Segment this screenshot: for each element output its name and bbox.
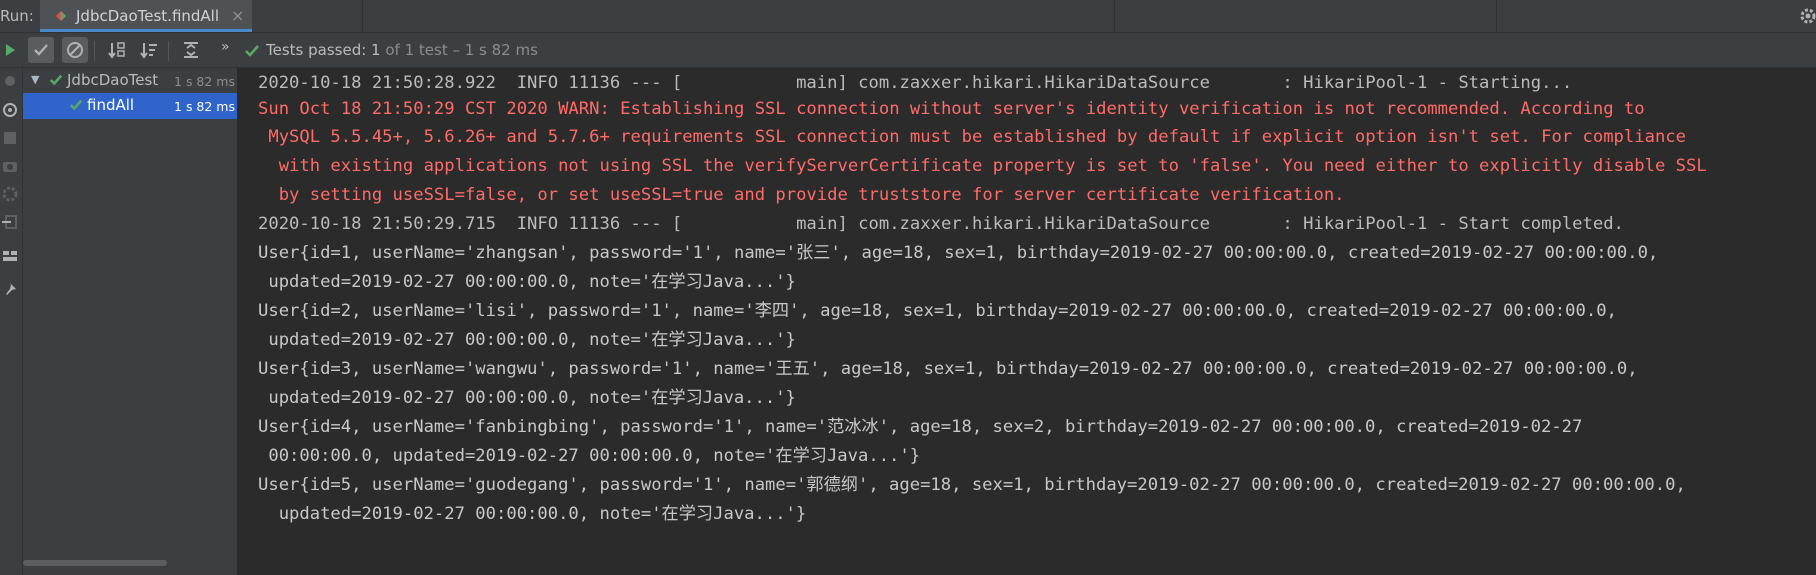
- debug-icon[interactable]: [2, 72, 18, 88]
- test-config-icon: [56, 11, 66, 21]
- tree-node-duration: 1 s 82 ms: [174, 99, 235, 114]
- test-runner-toolbar: » Tests passed: 1 of 1 test – 1 s 82 ms: [0, 33, 1816, 68]
- console-line: User{id=3, userName='wangwu', password='…: [258, 359, 1638, 379]
- header-divider: [1114, 0, 1115, 32]
- console-line: updated=2019-02-27 00:00:00.0, note='在学习…: [258, 272, 796, 292]
- test-passed-icon: [69, 99, 83, 111]
- console-line: with existing applications not using SSL…: [258, 156, 1707, 176]
- show-passed-toggle[interactable]: [28, 37, 54, 63]
- sort-alpha-icon: [108, 42, 125, 59]
- console-line: User{id=1, userName='zhangsan', password…: [258, 243, 1659, 263]
- rerun-failed-icon[interactable]: [2, 102, 18, 118]
- console-line: MySQL 5.5.45+, 5.6.26+ and 5.7.6+ requir…: [258, 127, 1686, 147]
- test-results-tree: ▼ JdbcDaoTest 1 s 82 ms findAll 1 s 82 m…: [23, 68, 238, 575]
- camera-icon[interactable]: [2, 158, 18, 174]
- tree-node-label: findAll: [87, 96, 135, 114]
- gear-icon[interactable]: [1796, 6, 1816, 26]
- status-detail: of 1 test – 1 s 82 ms: [380, 41, 538, 59]
- ignored-icon: [67, 42, 83, 58]
- more-actions-chevron[interactable]: »: [221, 39, 230, 55]
- header-divider: [1496, 0, 1497, 32]
- test-passed-icon: [49, 74, 63, 86]
- layout-icon[interactable]: [2, 248, 18, 264]
- console-line: User{id=2, userName='lisi', password='1'…: [258, 301, 1617, 321]
- test-passed-icon: [245, 45, 259, 57]
- play-icon: [6, 44, 15, 56]
- stop-icon[interactable]: [2, 130, 18, 146]
- tree-node-jdbcdaotest[interactable]: ▼ JdbcDaoTest 1 s 82 ms: [23, 68, 237, 94]
- toolbar-divider: [94, 41, 95, 61]
- tree-node-duration: 1 s 82 ms: [174, 74, 235, 89]
- console-line: 2020-10-18 21:50:28.922 INFO 11136 --- […: [258, 73, 1573, 93]
- console-line: 2020-10-18 21:50:29.715 INFO 11136 --- […: [258, 214, 1624, 234]
- tab-title: JdbcDaoTest.findAll: [76, 7, 220, 25]
- console-output[interactable]: 2020-10-18 21:50:28.922 INFO 11136 --- […: [238, 68, 1816, 575]
- console-line: User{id=5, userName='guodegang', passwor…: [258, 475, 1686, 495]
- horizontal-scrollbar[interactable]: [23, 560, 167, 566]
- expand-all-icon: [184, 42, 198, 58]
- import-icon[interactable]: [2, 214, 18, 230]
- chevron-down-icon[interactable]: ▼: [31, 73, 39, 86]
- tree-node-findall[interactable]: findAll 1 s 82 ms: [23, 93, 237, 119]
- status-prefix: Tests passed:: [266, 41, 372, 59]
- sort-by-duration-button[interactable]: [136, 37, 162, 63]
- show-ignored-toggle[interactable]: [62, 37, 88, 63]
- status-count: 1: [371, 41, 381, 59]
- tree-node-label: JdbcDaoTest: [67, 71, 159, 89]
- console-line: User{id=4, userName='fanbingbing', passw…: [258, 417, 1583, 437]
- sort-duration-icon: [140, 43, 157, 59]
- console-line: updated=2019-02-27 00:00:00.0, note='在学习…: [258, 388, 796, 408]
- left-action-strip: [0, 68, 23, 575]
- tab-jdbcdaotest-findall[interactable]: JdbcDaoTest.findAll ×: [40, 0, 252, 32]
- toolbar-divider: [168, 41, 169, 61]
- checkmark-icon: [34, 44, 48, 56]
- header-divider: [362, 0, 363, 32]
- console-line: 00:00:00.0, updated=2019-02-27 00:00:00.…: [258, 446, 921, 466]
- sort-alphabetically-button[interactable]: [104, 37, 130, 63]
- run-tool-window-header: Run: JdbcDaoTest.findAll ×: [0, 0, 1816, 33]
- console-line: by setting useSSL=false, or set useSSL=t…: [258, 185, 1345, 205]
- run-label: Run:: [0, 7, 34, 25]
- rerun-button[interactable]: [0, 37, 22, 63]
- close-icon[interactable]: ×: [231, 6, 244, 25]
- console-line: updated=2019-02-27 00:00:00.0, note='在学习…: [258, 504, 807, 524]
- pin-icon[interactable]: [2, 282, 18, 298]
- console-line: updated=2019-02-27 00:00:00.0, note='在学习…: [258, 330, 796, 350]
- settings-icon[interactable]: [2, 186, 18, 202]
- test-status-summary: Tests passed: 1 of 1 test – 1 s 82 ms: [244, 41, 538, 59]
- expand-all-button[interactable]: [178, 37, 204, 63]
- console-line: Sun Oct 18 21:50:29 CST 2020 WARN: Estab…: [258, 99, 1645, 119]
